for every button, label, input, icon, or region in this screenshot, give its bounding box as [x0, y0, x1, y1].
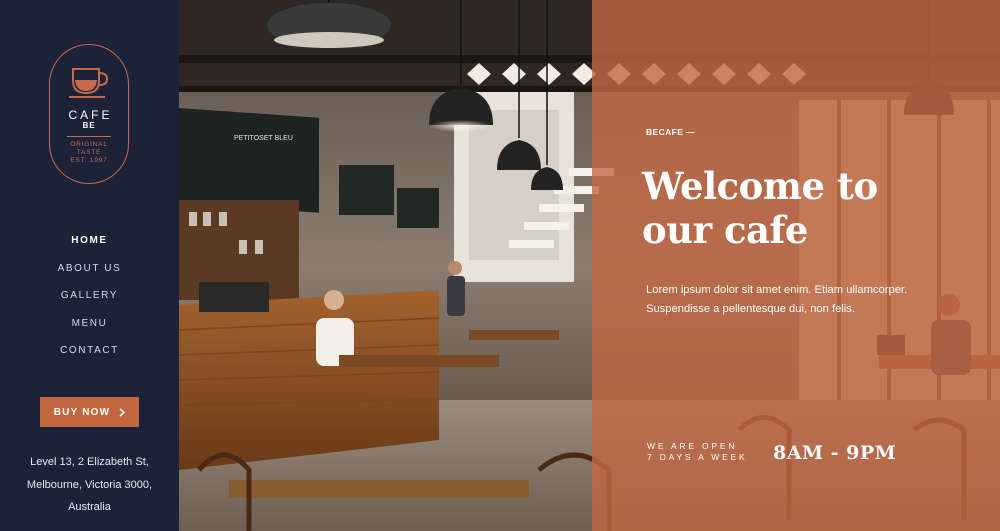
nav-item-about-us[interactable]: ABOUT US	[0, 261, 179, 289]
buy-now-button[interactable]: BUY NOW	[40, 397, 139, 427]
logo-tagline-2: TASTE	[76, 149, 102, 156]
main-nav: HOME ABOUT US GALLERY MENU CONTACT	[0, 233, 179, 371]
logo-name: CAFE	[68, 108, 113, 122]
logo-sub: BE	[82, 121, 96, 130]
hero-lead: Lorem ipsum dolor sit amet enim. Etiam u…	[646, 284, 908, 315]
nav-item-home[interactable]: HOME	[0, 233, 179, 261]
headline-line-2: our cafe	[642, 208, 808, 252]
address-line-1: Level 13, 2 Elizabeth St,	[30, 456, 149, 468]
nav-item-contact[interactable]: CONTACT	[0, 343, 179, 371]
brand-logo[interactable]: CAFE BE ORIGINAL TASTE EST. 1997	[49, 44, 129, 184]
logo-tagline-3: EST. 1997	[70, 157, 108, 164]
buy-now-label: BUY NOW	[53, 406, 111, 418]
menu-board-text: PETITOSET BLEU	[234, 135, 293, 142]
address: Level 13, 2 Elizabeth St, Melbourne, Vic…	[0, 451, 179, 519]
address-line-2: Melbourne, Victoria 3000,	[26, 478, 153, 491]
open-line-1: WE ARE OPEN	[647, 441, 738, 451]
hero-content: BECAFE — Welcome to our cafe Lorem ipsum…	[642, 0, 1000, 531]
address-line-3: Australia	[68, 501, 111, 513]
opening-hours: 8AM - 9PM	[773, 442, 897, 464]
brand-tag: BECAFE —	[646, 127, 696, 137]
logo-divider	[67, 136, 111, 137]
open-line-2: 7 DAYS A WEEK	[647, 452, 748, 462]
headline-line-1: Welcome to	[642, 164, 878, 208]
coffee-cup-icon	[69, 68, 109, 98]
opening-days: WE ARE OPEN 7 DAYS A WEEK	[647, 441, 748, 463]
hero-headline: Welcome to our cafe	[642, 164, 962, 252]
nav-item-gallery[interactable]: GALLERY	[0, 288, 179, 316]
chevron-right-icon	[119, 407, 126, 417]
sidebar: CAFE BE ORIGINAL TASTE EST. 1997 HOME AB…	[0, 0, 179, 531]
logo-tagline-1: ORIGINAL	[70, 141, 108, 148]
nav-item-menu[interactable]: MENU	[0, 316, 179, 344]
